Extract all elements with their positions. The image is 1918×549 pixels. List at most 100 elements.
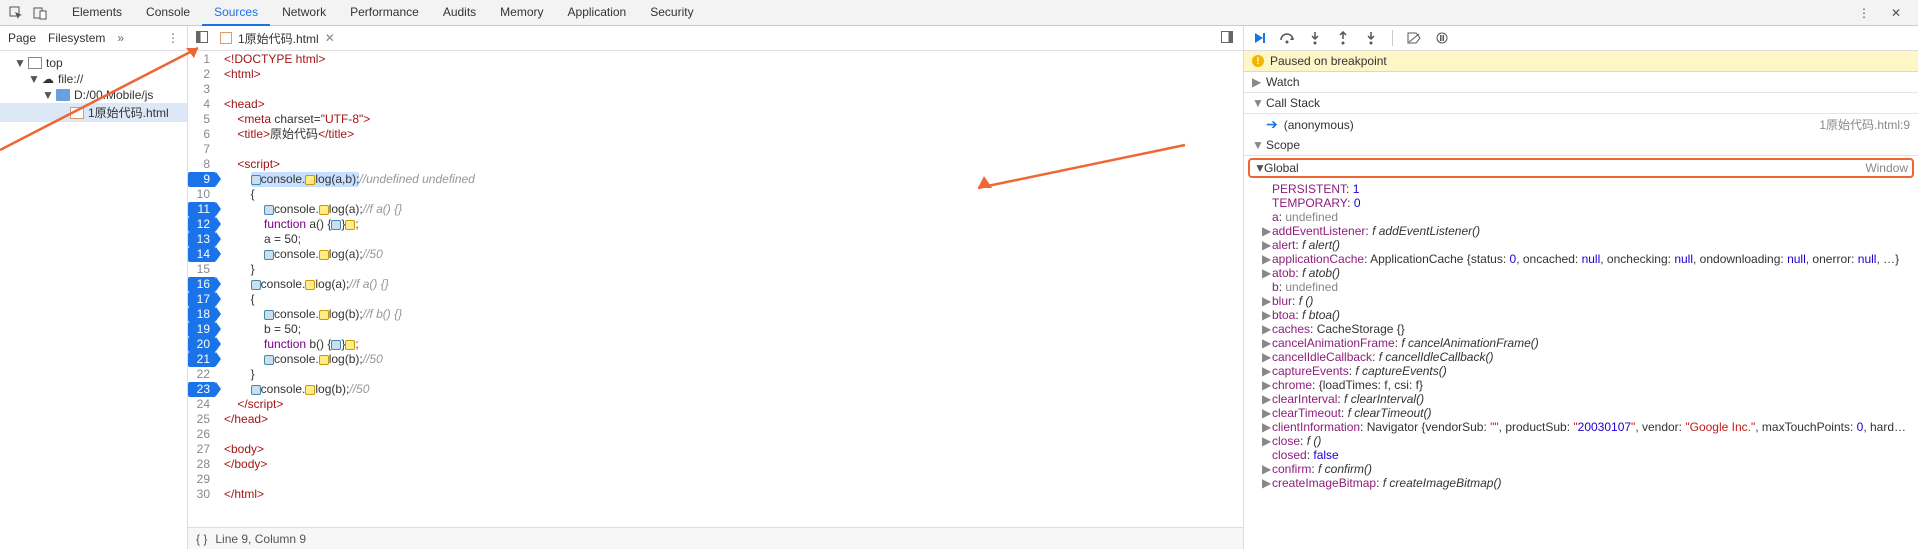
devtools-tab-console[interactable]: Console (134, 0, 202, 25)
code-line[interactable]: <html> (224, 67, 1243, 82)
code-line[interactable]: } (224, 367, 1243, 382)
tree-origin[interactable]: ▼☁file:// (0, 71, 187, 87)
code-line[interactable] (224, 427, 1243, 442)
watch-section[interactable]: ▶Watch (1244, 72, 1918, 93)
scope-row[interactable]: ▶caches: CacheStorage {} (1244, 322, 1918, 336)
code-line[interactable]: console.log(b);//50 (224, 382, 1243, 397)
scope-row[interactable]: ▶cancelAnimationFrame: f cancelAnimation… (1244, 336, 1918, 350)
line-number[interactable]: 14 (188, 247, 216, 262)
code-line[interactable]: function a() {}; (224, 217, 1243, 232)
line-number[interactable]: 5 (188, 112, 216, 127)
code-line[interactable]: console.log(b);//f b() {} (224, 307, 1243, 322)
line-number[interactable]: 4 (188, 97, 216, 112)
tree-top[interactable]: ▼top (0, 55, 187, 71)
line-gutter[interactable]: 1234567891011121314151617181920212223242… (188, 51, 216, 527)
scope-row[interactable]: a: undefined (1244, 210, 1918, 224)
line-number[interactable]: 6 (188, 127, 216, 142)
code-line[interactable]: console.log(a);//f a() {} (224, 277, 1243, 292)
scope-row[interactable]: ▶btoa: f btoa() (1244, 308, 1918, 322)
line-number[interactable]: 24 (188, 397, 216, 412)
scope-row[interactable]: ▶confirm: f confirm() (1244, 462, 1918, 476)
code-body[interactable]: <!DOCTYPE html><html> <head> <meta charse… (216, 51, 1243, 527)
nav-more-icon[interactable]: » (117, 31, 124, 45)
scope-global-header[interactable]: ▼ Global Window (1248, 158, 1914, 178)
callstack-section[interactable]: ▼Call Stack (1244, 93, 1918, 114)
device-mode-icon[interactable] (32, 5, 48, 21)
devtools-tab-sources[interactable]: Sources (202, 0, 270, 26)
scope-row[interactable]: ▶createImageBitmap: f createImageBitmap(… (1244, 476, 1918, 490)
code-editor[interactable]: 1234567891011121314151617181920212223242… (188, 51, 1243, 527)
line-number[interactable]: 12 (188, 217, 216, 232)
scope-row[interactable]: ▶captureEvents: f captureEvents() (1244, 364, 1918, 378)
devtools-tab-performance[interactable]: Performance (338, 0, 431, 25)
step-into-icon[interactable] (1306, 29, 1324, 47)
line-number[interactable]: 23 (188, 382, 216, 397)
code-line[interactable]: <head> (224, 97, 1243, 112)
scope-row[interactable]: ▶chrome: {loadTimes: f, csi: f} (1244, 378, 1918, 392)
close-icon[interactable]: ✕ (1888, 5, 1904, 21)
line-number[interactable]: 15 (188, 262, 216, 277)
code-line[interactable]: console.log(a,b);//undefined undefined (224, 172, 1243, 187)
editor-tab[interactable]: 1原始代码.html ✕ (212, 27, 343, 50)
line-number[interactable]: 3 (188, 82, 216, 97)
dock-icon[interactable] (192, 31, 212, 46)
line-number[interactable]: 9 (188, 172, 216, 187)
nav-menu-icon[interactable]: ⋮ (167, 31, 179, 45)
scope-row[interactable]: closed: false (1244, 448, 1918, 462)
code-line[interactable]: console.log(b);//50 (224, 352, 1243, 367)
code-line[interactable]: <body> (224, 442, 1243, 457)
scope-row[interactable]: ▶alert: f alert() (1244, 238, 1918, 252)
pretty-print-icon[interactable]: { } (196, 532, 207, 546)
code-line[interactable]: <!DOCTYPE html> (224, 52, 1243, 67)
code-line[interactable]: { (224, 292, 1243, 307)
line-number[interactable]: 26 (188, 427, 216, 442)
line-number[interactable]: 25 (188, 412, 216, 427)
line-number[interactable]: 16 (188, 277, 216, 292)
line-number[interactable]: 27 (188, 442, 216, 457)
line-number[interactable]: 17 (188, 292, 216, 307)
devtools-tab-security[interactable]: Security (638, 0, 705, 25)
scope-row[interactable]: ▶clientInformation: Navigator {vendorSub… (1244, 420, 1918, 434)
editor-side-icon[interactable] (1221, 31, 1239, 46)
code-line[interactable]: b = 50; (224, 322, 1243, 337)
line-number[interactable]: 11 (188, 202, 216, 217)
nav-filesystem-tab[interactable]: Filesystem (48, 31, 105, 45)
devtools-tab-audits[interactable]: Audits (431, 0, 488, 25)
devtools-tab-network[interactable]: Network (270, 0, 338, 25)
scope-row[interactable]: ▶blur: f () (1244, 294, 1918, 308)
scope-row[interactable]: TEMPORARY: 0 (1244, 196, 1918, 210)
tab-close-icon[interactable]: ✕ (325, 31, 335, 45)
devtools-tab-elements[interactable]: Elements (60, 0, 134, 25)
nav-page-tab[interactable]: Page (8, 31, 36, 45)
line-number[interactable]: 13 (188, 232, 216, 247)
more-icon[interactable]: ⋮ (1856, 5, 1872, 21)
code-line[interactable]: <script> (224, 157, 1243, 172)
code-line[interactable]: </html> (224, 487, 1243, 502)
scope-row[interactable]: b: undefined (1244, 280, 1918, 294)
scope-row[interactable]: ▶atob: f atob() (1244, 266, 1918, 280)
stack-frame[interactable]: ➔ (anonymous) 1原始代码.html:9 (1244, 114, 1918, 135)
code-line[interactable]: </head> (224, 412, 1243, 427)
step-out-icon[interactable] (1334, 29, 1352, 47)
code-line[interactable] (224, 472, 1243, 487)
line-number[interactable]: 7 (188, 142, 216, 157)
line-number[interactable]: 19 (188, 322, 216, 337)
code-line[interactable]: a = 50; (224, 232, 1243, 247)
code-line[interactable]: function b() {}; (224, 337, 1243, 352)
code-line[interactable]: </script> (224, 397, 1243, 412)
code-line[interactable]: <meta charset="UTF-8"> (224, 112, 1243, 127)
line-number[interactable]: 18 (188, 307, 216, 322)
line-number[interactable]: 29 (188, 472, 216, 487)
line-number[interactable]: 8 (188, 157, 216, 172)
pause-exception-icon[interactable] (1433, 29, 1451, 47)
code-line[interactable] (224, 82, 1243, 97)
line-number[interactable]: 21 (188, 352, 216, 367)
line-number[interactable]: 2 (188, 67, 216, 82)
scope-row[interactable]: ▶addEventListener: f addEventListener() (1244, 224, 1918, 238)
line-number[interactable]: 30 (188, 487, 216, 502)
line-number[interactable]: 10 (188, 187, 216, 202)
code-line[interactable]: <title>原始代码</title> (224, 127, 1243, 142)
scope-row[interactable]: PERSISTENT: 1 (1244, 182, 1918, 196)
line-number[interactable]: 22 (188, 367, 216, 382)
scope-row[interactable]: ▶close: f () (1244, 434, 1918, 448)
